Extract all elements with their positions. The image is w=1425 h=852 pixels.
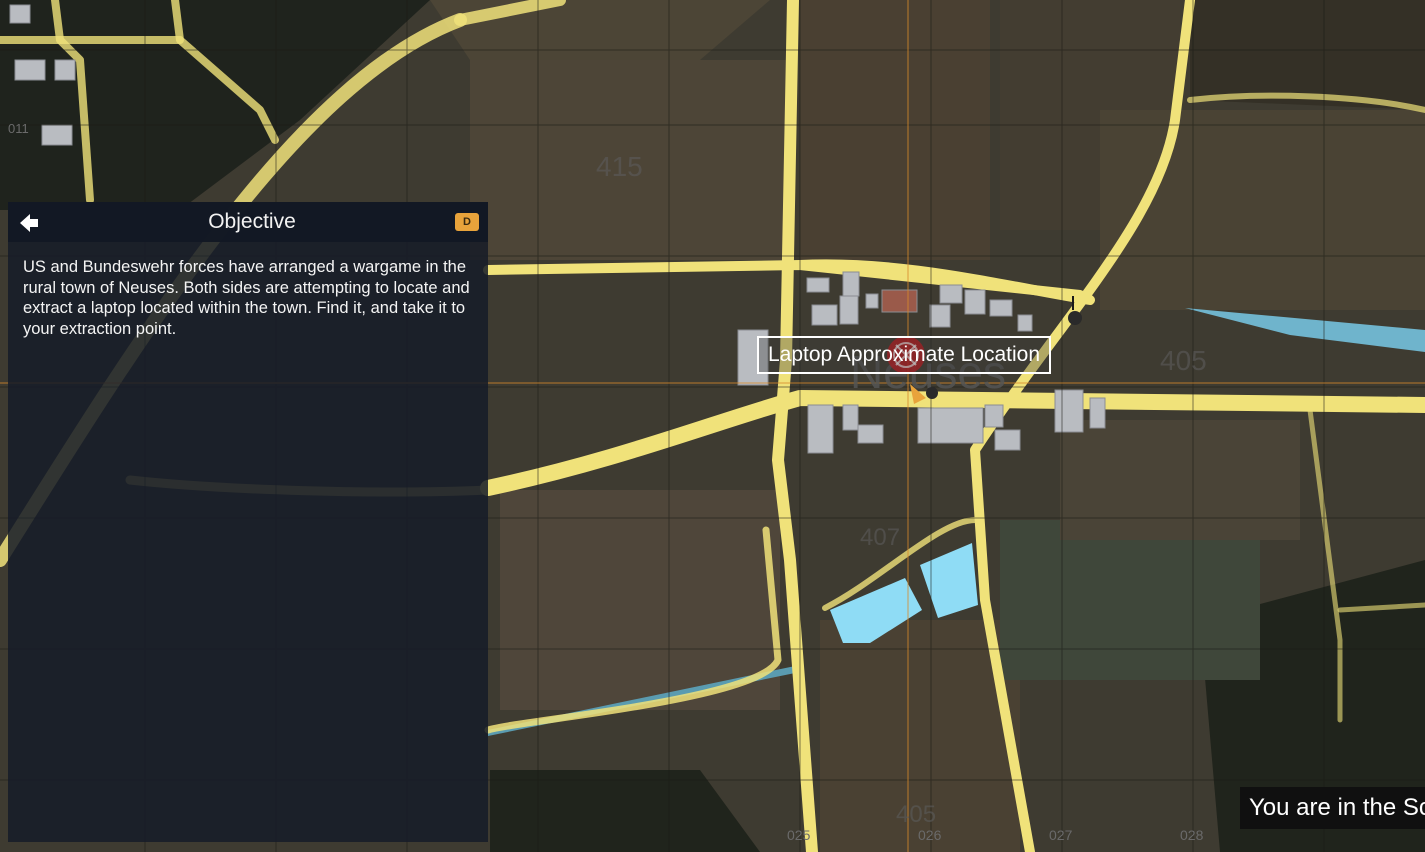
location-hint: You are in the Sc [1240, 787, 1425, 829]
objective-description: US and Bundeswehr forces have arranged a… [23, 258, 470, 338]
elevation-label: 415 [596, 151, 643, 182]
grid-coordinate-label: 025 [787, 827, 811, 843]
objective-panel: Objective D US and Bundeswehr forces hav… [8, 202, 488, 842]
grid-coordinate-label: 027 [1049, 827, 1073, 843]
grid-coordinate-label: 026 [918, 827, 942, 843]
elevation-label: 407 [860, 524, 900, 551]
objective-title: Objective [208, 210, 296, 233]
elevation-label: 405 [896, 801, 936, 828]
marker-label[interactable]: Laptop Approximate Location [757, 336, 1052, 374]
difficulty-badge: D [455, 213, 479, 231]
elevation-label: 405 [1160, 345, 1207, 376]
grid-coordinate-label: 028 [1180, 827, 1204, 843]
grid-coordinate-label: 011 [8, 121, 29, 136]
